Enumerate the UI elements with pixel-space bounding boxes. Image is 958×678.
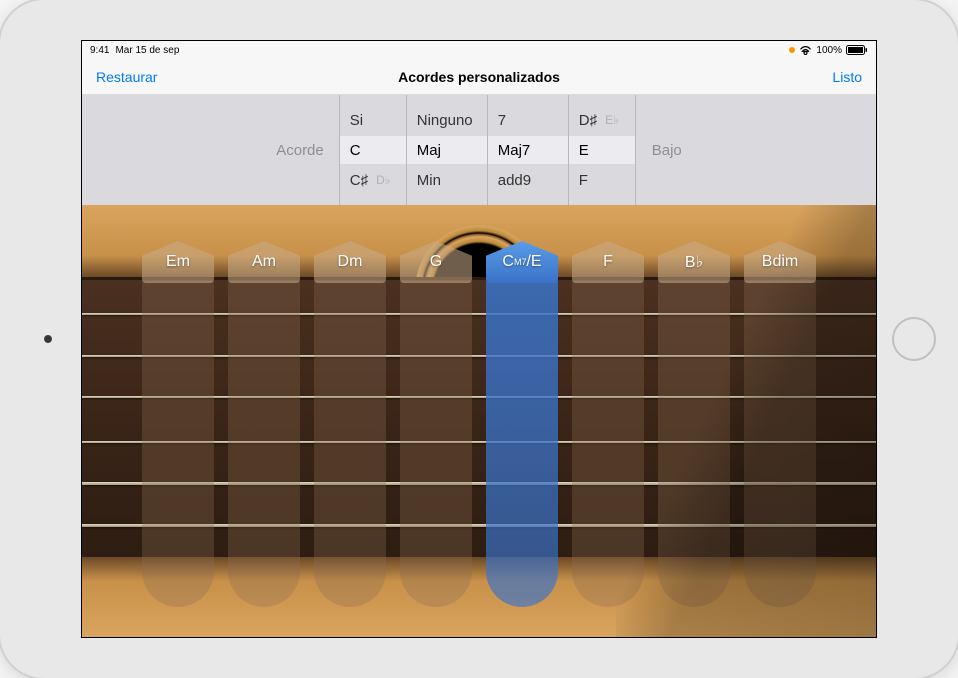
chord-strip[interactable]: F — [568, 241, 648, 607]
status-time: 9:41 — [90, 45, 109, 56]
nav-header: Restaurar Acordes personalizados Listo — [82, 59, 876, 95]
picker-label-bass: Bajo — [636, 142, 698, 159]
chord-strum-area[interactable] — [228, 281, 300, 607]
chord-strum-area[interactable] — [572, 281, 644, 607]
chord-label[interactable]: Dm — [314, 241, 386, 283]
chord-strip[interactable]: Em — [138, 241, 218, 607]
picker-option[interactable]: Maj7 — [498, 142, 531, 159]
chord-strum-area[interactable] — [486, 281, 558, 607]
picker-option[interactable]: E — [579, 142, 589, 159]
picker-option[interactable]: Si — [350, 112, 363, 129]
restore-button[interactable]: Restaurar — [96, 69, 157, 85]
chord-label[interactable]: Bdim — [744, 241, 816, 283]
picker-option[interactable]: Min — [417, 172, 441, 189]
status-date: Mar 15 de sep — [115, 45, 179, 56]
wifi-icon — [799, 45, 812, 56]
chord-strip[interactable]: G — [396, 241, 476, 607]
picker-option[interactable]: C♯ — [350, 172, 368, 189]
recording-indicator-icon — [789, 47, 795, 53]
picker-root-column[interactable]: Si C C♯D♭ — [339, 95, 407, 205]
chord-label[interactable]: Em — [142, 241, 214, 283]
chord-strip[interactable]: CM7/E — [482, 241, 562, 607]
chord-label[interactable]: CM7/E — [486, 241, 558, 283]
chord-strip[interactable]: Bdim — [740, 241, 820, 607]
page-title: Acordes personalizados — [398, 69, 560, 85]
chord-strips-row: Em Am Dm G CM7/E F B♭ Bdim — [82, 241, 876, 607]
done-button[interactable]: Listo — [832, 69, 862, 85]
battery-icon — [846, 45, 868, 56]
chord-strip[interactable]: B♭ — [654, 241, 734, 607]
chord-strip[interactable]: Am — [224, 241, 304, 607]
battery-percent: 100% — [816, 45, 842, 56]
picker-label-chord: Acorde — [260, 142, 340, 159]
picker-option[interactable]: add9 — [498, 172, 531, 189]
chord-strum-area[interactable] — [142, 281, 214, 607]
chord-strum-area[interactable] — [658, 281, 730, 607]
picker-option[interactable]: Maj — [417, 142, 441, 159]
picker-option[interactable]: 7 — [498, 112, 506, 129]
status-bar: 9:41 Mar 15 de sep 100% — [82, 41, 876, 59]
chord-label[interactable]: B♭ — [658, 241, 730, 283]
chord-label[interactable]: G — [400, 241, 472, 283]
picker-option[interactable]: D♯ — [579, 112, 597, 129]
chord-label[interactable]: F — [572, 241, 644, 283]
chord-strum-area[interactable] — [744, 281, 816, 607]
picker-option[interactable]: C — [350, 142, 361, 159]
guitar-instrument: Em Am Dm G CM7/E F B♭ Bdim — [82, 205, 876, 637]
chord-label[interactable]: Am — [228, 241, 300, 283]
chord-strum-area[interactable] — [400, 281, 472, 607]
picker-option[interactable]: F — [579, 172, 588, 189]
screen: 9:41 Mar 15 de sep 100% Restaurar Acorde… — [81, 40, 877, 638]
chord-strum-area[interactable] — [314, 281, 386, 607]
front-camera — [44, 335, 52, 343]
ipad-device-frame: 9:41 Mar 15 de sep 100% Restaurar Acorde… — [0, 0, 958, 678]
picker-quality-column[interactable]: Ninguno Maj Min — [406, 95, 488, 205]
picker-bass-column[interactable]: D♯E♭ E F — [568, 95, 636, 205]
chord-picker: Acorde Si C C♯D♭ Ninguno Maj Min 7 Maj7 … — [82, 95, 876, 205]
picker-option[interactable]: Ninguno — [417, 112, 473, 129]
chord-strip[interactable]: Dm — [310, 241, 390, 607]
picker-extension-column[interactable]: 7 Maj7 add9 — [487, 95, 569, 205]
home-button[interactable] — [892, 317, 936, 361]
